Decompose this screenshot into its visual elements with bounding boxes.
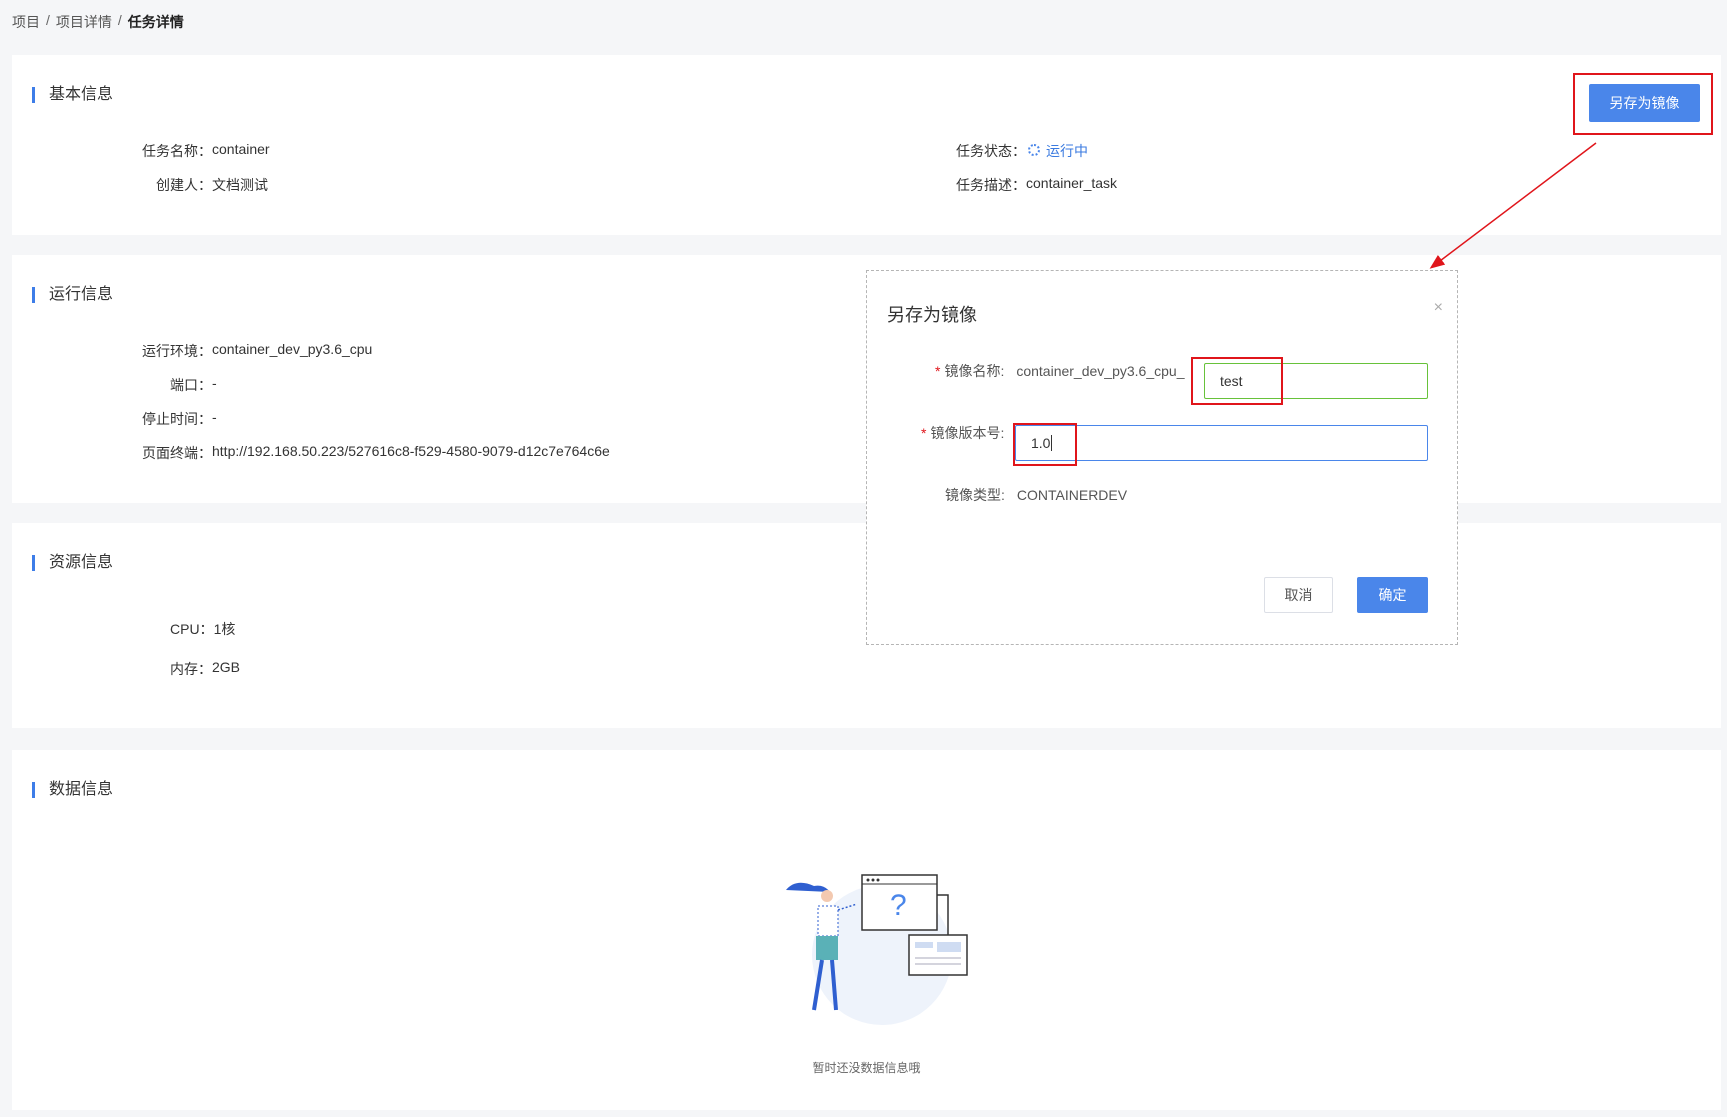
- required-mark: *: [921, 425, 927, 441]
- breadcrumb-item-project[interactable]: 项目: [12, 12, 40, 32]
- image-version-label: 镜像版本号:: [930, 425, 1005, 441]
- breadcrumb-item-project-detail[interactable]: 项目详情: [56, 12, 112, 32]
- terminal-link[interactable]: http://192.168.50.223/527616c8-f529-4580…: [212, 443, 610, 463]
- task-desc-value: container_task: [1026, 175, 1118, 191]
- task-name-label: 任务名称：: [142, 143, 212, 159]
- breadcrumb-separator: /: [117, 12, 122, 28]
- creator-value: 文档测试: [212, 177, 268, 193]
- image-name-row: * 镜像名称: container_dev_py3.6_cpu_: [935, 361, 1184, 381]
- empty-state-illustration: ?: [786, 874, 968, 1025]
- breadcrumb: 项目 / 项目详情 / 任务详情: [12, 12, 184, 32]
- task-desc-label: 任务描述：: [956, 177, 1026, 193]
- terminal-row: 页面终端： http://192.168.50.223/527616c8-f52…: [142, 443, 610, 463]
- env-row: 运行环境： container_dev_py3.6_cpu: [142, 341, 372, 361]
- task-name-value: container: [212, 141, 270, 157]
- creator-row: 创建人： 文档测试: [156, 175, 268, 195]
- confirm-button[interactable]: 确定: [1357, 577, 1428, 613]
- task-desc-row: 任务描述： container_task: [956, 175, 1117, 195]
- stop-time-value: -: [212, 409, 217, 425]
- data-info-title: 数据信息: [32, 782, 113, 798]
- image-type-value: CONTAINERDEV: [1016, 487, 1128, 503]
- task-status-label: 任务状态：: [956, 143, 1026, 159]
- close-icon[interactable]: ×: [1434, 299, 1443, 317]
- annotation-box-image-name: [1191, 357, 1283, 405]
- creator-label: 创建人：: [156, 177, 212, 193]
- stop-time-label: 停止时间：: [142, 411, 212, 427]
- data-info-card: 数据信息 ? 暂时还没数据信息哦: [12, 750, 1721, 1110]
- port-label: 端口：: [170, 377, 212, 393]
- task-status-value: 运行中: [1046, 143, 1088, 159]
- breadcrumb-current: 任务详情: [127, 14, 184, 30]
- cancel-button[interactable]: 取消: [1264, 577, 1333, 613]
- image-type-label: 镜像类型:: [945, 487, 1005, 503]
- image-name-prefix: container_dev_py3.6_cpu_: [1016, 363, 1185, 379]
- cpu-value: 1核: [213, 621, 236, 637]
- runtime-info-title: 运行信息: [32, 287, 113, 303]
- image-name-label: 镜像名称:: [944, 363, 1005, 379]
- svg-text:?: ?: [890, 889, 907, 922]
- basic-info-card: 基本信息 任务名称： container 创建人： 文档测试 任务状态： 运行中…: [12, 55, 1721, 235]
- empty-state-text: 暂时还没数据信息哦: [812, 1061, 921, 1075]
- save-as-image-dialog: 另存为镜像 × * 镜像名称: container_dev_py3.6_cpu_…: [866, 270, 1458, 645]
- cpu-row: CPU： 1核: [170, 619, 235, 639]
- port-value: -: [212, 375, 217, 391]
- port-row: 端口： -: [170, 375, 217, 395]
- image-version-row: * 镜像版本号:: [921, 423, 1004, 443]
- basic-info-title: 基本信息: [32, 87, 113, 103]
- terminal-label: 页面终端：: [142, 445, 212, 461]
- required-mark: *: [935, 363, 941, 379]
- loading-spinner-icon: [1028, 144, 1040, 156]
- memory-row: 内存： 2GB: [170, 659, 240, 679]
- task-status-row: 任务状态： 运行中: [956, 141, 1088, 161]
- stop-time-row: 停止时间： -: [142, 409, 217, 429]
- task-name-row: 任务名称： container: [142, 141, 270, 161]
- annotation-box-image-version: [1013, 423, 1077, 466]
- breadcrumb-separator: /: [46, 12, 50, 28]
- annotation-box-save-button: [1573, 73, 1713, 135]
- image-type-row: 镜像类型: CONTAINERDEV: [945, 485, 1127, 505]
- resource-info-title: 资源信息: [32, 555, 113, 571]
- dialog-title: 另存为镜像: [887, 305, 977, 325]
- env-label: 运行环境：: [142, 343, 212, 359]
- memory-value: 2GB: [212, 659, 241, 675]
- env-value: container_dev_py3.6_cpu: [212, 341, 373, 357]
- cpu-label: CPU：: [170, 621, 214, 637]
- memory-label: 内存：: [170, 661, 212, 677]
